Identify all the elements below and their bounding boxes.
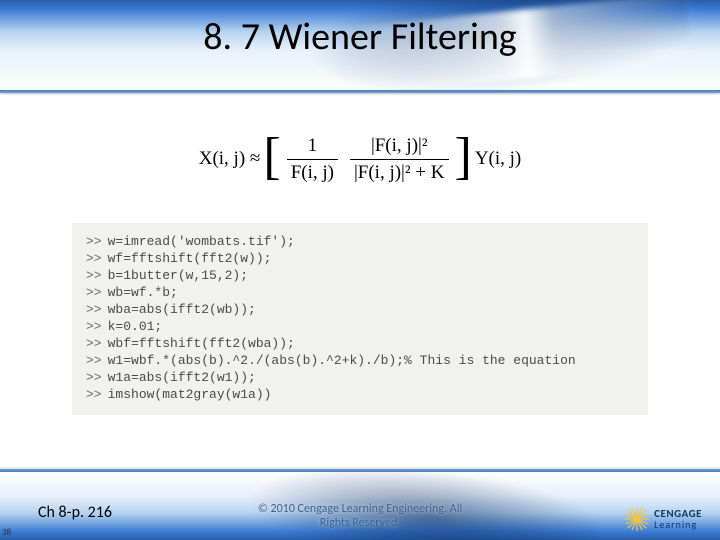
prompt-icon: >> — [86, 250, 102, 267]
footer-left-text: Ch 8-p. 216 — [38, 503, 112, 522]
copyright-line2: Rights Reserved. — [320, 516, 400, 530]
copyright-line1: © 2010 Cengage Learning Engineering. All — [258, 502, 462, 516]
code-text: w1=wbf.*(abs(b).^2./(abs(b).^2+k)./b);% … — [108, 352, 634, 369]
code-line: >> w1=wbf.*(abs(b).^2./(abs(b).^2+k)./b);… — [86, 352, 634, 369]
prompt-icon: >> — [86, 301, 102, 318]
code-text: k=0.01; — [108, 318, 634, 335]
equation-frac1: 1 F(i, j) — [287, 135, 338, 184]
header-divider — [0, 90, 720, 93]
frac2-num: |F(i, j)|² — [367, 135, 432, 157]
code-block: >> w=imread('wombats.tif'); >> wf=fftshift… — [72, 223, 648, 415]
code-text: wba=abs(ifft2(wb)); — [108, 301, 634, 318]
equation: X(i, j) ≈ [ 1 F(i, j) |F(i, j)|² |F(i, j… — [170, 130, 550, 188]
prompt-icon: >> — [86, 318, 102, 335]
code-line: >> w1a=abs(ifft2(w1)); — [86, 369, 634, 386]
frac1-bar — [287, 159, 338, 160]
code-text: w=imread('wombats.tif'); — [108, 233, 634, 250]
logo-text: CENGAGE Learning — [654, 508, 702, 530]
code-text: wb=wf.*b; — [108, 284, 634, 301]
prompt-icon: >> — [86, 284, 102, 301]
brand-logo: CENGAGE Learning — [624, 506, 702, 532]
equation-rhs: Y(i, j) — [475, 148, 521, 170]
code-line: >> b=1butter(w,15,2); — [86, 267, 634, 284]
prompt-icon: >> — [86, 233, 102, 250]
prompt-icon: >> — [86, 369, 102, 386]
code-line: >> w=imread('wombats.tif'); — [86, 233, 634, 250]
copyright-text: © 2010 Cengage Learning Engineering. All… — [210, 502, 510, 530]
starburst-icon — [624, 506, 650, 532]
frac1-den: F(i, j) — [287, 162, 338, 184]
logo-sub: Learning — [654, 519, 702, 530]
code-text: b=1butter(w,15,2); — [108, 267, 634, 284]
code-line: >> k=0.01; — [86, 318, 634, 335]
slide-title: 8. 7 Wiener Filtering — [0, 14, 720, 60]
slide: 8. 7 Wiener Filtering X(i, j) ≈ [ 1 F(i,… — [0, 0, 720, 540]
code-line: >> imshow(mat2gray(w1a)) — [86, 386, 634, 403]
code-text: wf=fftshift(fft2(w)); — [108, 250, 634, 267]
code-line: >> wb=wf.*b; — [86, 284, 634, 301]
prompt-icon: >> — [86, 335, 102, 352]
prompt-icon: >> — [86, 267, 102, 284]
code-line: >> wf=fftshift(fft2(w)); — [86, 250, 634, 267]
code-line: >> wba=abs(ifft2(wb)); — [86, 301, 634, 318]
page-number: 38 — [2, 527, 11, 538]
code-text: w1a=abs(ifft2(w1)); — [108, 369, 634, 386]
prompt-icon: >> — [86, 352, 102, 369]
frac2-den: |F(i, j)|² + K — [350, 162, 449, 184]
prompt-icon: >> — [86, 386, 102, 403]
equation-lhs: X(i, j) ≈ — [199, 148, 261, 170]
frac2-bar — [350, 159, 449, 160]
equation-frac2: |F(i, j)|² |F(i, j)|² + K — [350, 135, 449, 184]
code-line: >> wbf=fftshift(fft2(wba)); — [86, 335, 634, 352]
code-text: wbf=fftshift(fft2(wba)); — [108, 335, 634, 352]
frac1-num: 1 — [304, 135, 322, 157]
code-text: imshow(mat2gray(w1a)) — [108, 386, 634, 403]
